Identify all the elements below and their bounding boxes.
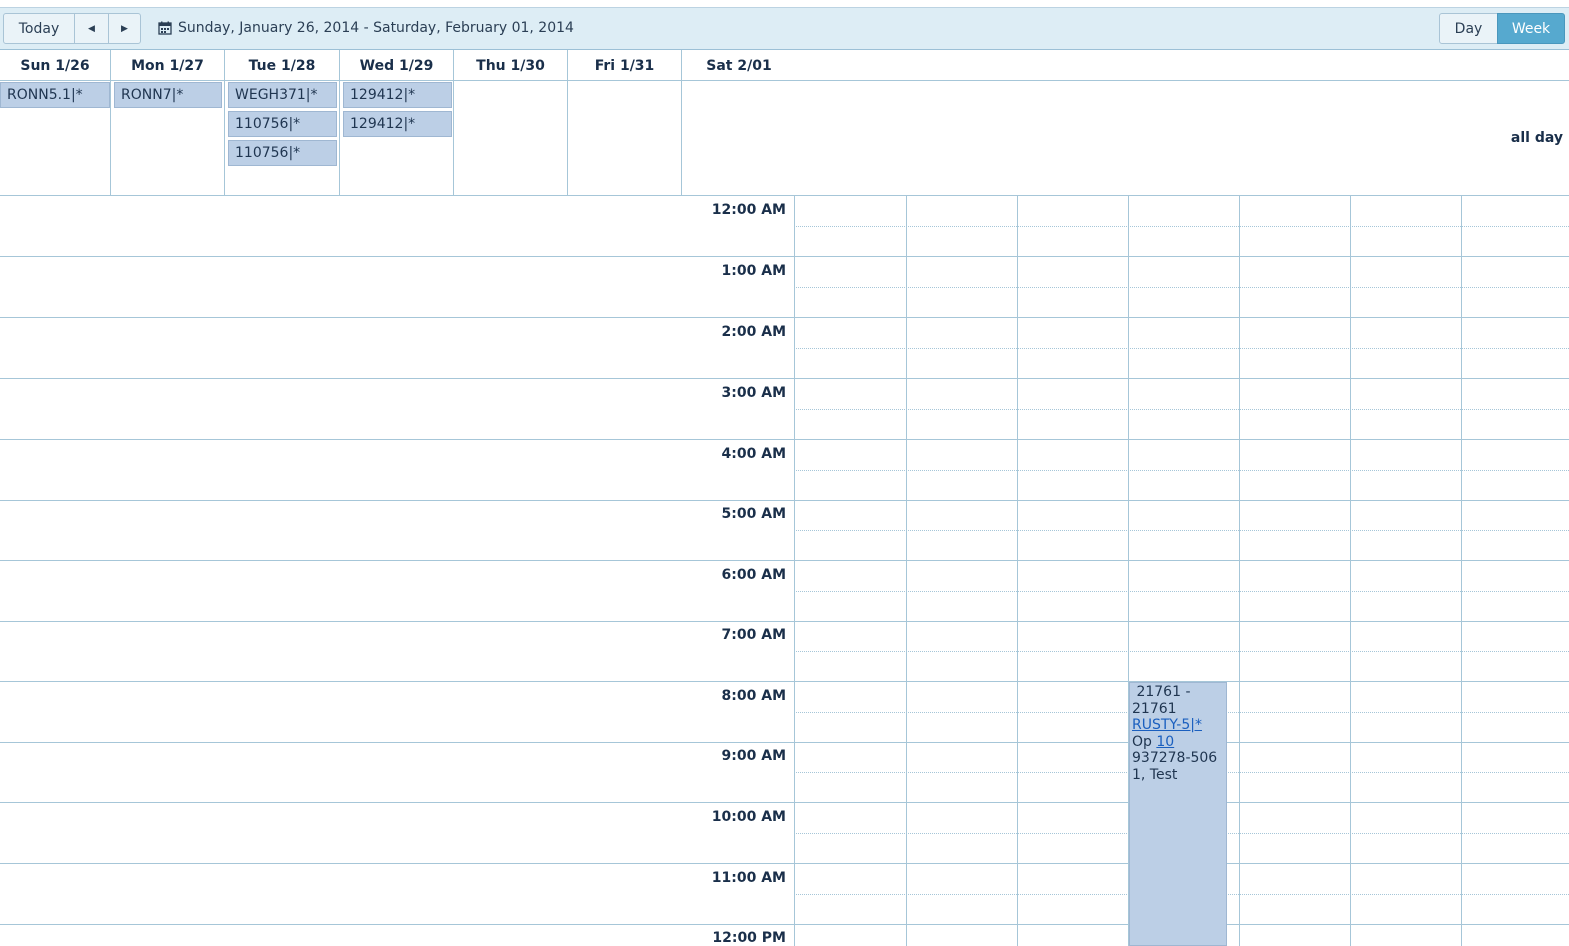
appointment-op-link[interactable]: 10	[1156, 734, 1174, 750]
hour-label: 4:00 AM	[721, 446, 786, 462]
hour-label: 6:00 AM	[721, 567, 786, 583]
all-day-column-thu[interactable]	[454, 81, 568, 196]
next-week-button[interactable]: ▶	[108, 13, 141, 44]
column-divider	[1017, 196, 1018, 946]
hour-row: 6:00 AM	[0, 561, 1569, 622]
hour-label: 3:00 AM	[721, 385, 786, 401]
appointment-event[interactable]: 21761 - 21761 RUSTY-5|* Op 10 937278-506…	[1129, 682, 1227, 946]
hour-label: 10:00 AM	[711, 809, 786, 825]
hour-row: 4:00 AM	[0, 440, 1569, 501]
hour-label: 1:00 AM	[721, 263, 786, 279]
hour-row: 3:00 AM	[0, 379, 1569, 440]
day-header-thu[interactable]: Thu 1/30	[454, 50, 568, 81]
hour-label: 9:00 AM	[721, 748, 786, 764]
hour-row: 8:00 AM	[0, 682, 1569, 743]
all-day-area: RONN5.1|* RONN7|* WEGH371|* 110756|* 110…	[0, 81, 1569, 196]
week-view-button[interactable]: Week	[1497, 13, 1565, 44]
time-grid[interactable]: 12:00 AM 1:00 AM 2:00 AM 3:00 AM 4:00 AM…	[0, 196, 1569, 946]
all-day-event[interactable]: WEGH371|*	[228, 82, 337, 108]
calendar-icon	[158, 21, 172, 35]
hour-label: 12:00 PM	[712, 930, 786, 946]
appointment-phone: 937278-506	[1132, 750, 1218, 766]
column-divider	[794, 196, 795, 946]
hour-row: 11:00 AM	[0, 864, 1569, 925]
hour-label: 8:00 AM	[721, 688, 786, 704]
day-header-mon[interactable]: Mon 1/27	[111, 50, 225, 81]
appointment-range-end: 21761	[1132, 700, 1177, 717]
column-divider	[906, 196, 907, 946]
triangle-left-icon: ◀	[88, 23, 95, 34]
hour-label: 7:00 AM	[721, 627, 786, 643]
hour-label: 5:00 AM	[721, 506, 786, 522]
column-divider	[1239, 196, 1240, 946]
hour-label: 12:00 AM	[711, 202, 786, 218]
day-header-row: Sun 1/26 Mon 1/27 Tue 1/28 Wed 1/29 Thu …	[0, 50, 1569, 81]
hour-row: 7:00 AM	[0, 621, 1569, 682]
today-button[interactable]: Today	[3, 13, 75, 44]
all-day-event[interactable]: RONN5.1|*	[0, 82, 110, 108]
column-divider	[1350, 196, 1351, 946]
hour-row: 10:00 AM	[0, 803, 1569, 864]
day-header-sun[interactable]: Sun 1/26	[0, 50, 111, 81]
hour-row: 12:00 PM	[0, 924, 1569, 946]
all-day-event[interactable]: RONN7|*	[114, 82, 222, 108]
all-day-event[interactable]: 129412|*	[343, 82, 452, 108]
day-header-tue[interactable]: Tue 1/28	[225, 50, 340, 81]
all-day-event[interactable]: 129412|*	[343, 111, 452, 137]
all-day-event[interactable]: 110756|*	[228, 140, 337, 166]
column-divider	[1461, 196, 1462, 946]
all-day-column-fri[interactable]	[568, 81, 682, 196]
appointment-op-label: Op	[1132, 733, 1152, 750]
all-day-event[interactable]: 110756|*	[228, 111, 337, 137]
date-range[interactable]: Sunday, January 26, 2014 - Saturday, Feb…	[158, 20, 574, 36]
hour-row: 1:00 AM	[0, 257, 1569, 318]
appointment-range: 21761 -	[1136, 684, 1191, 700]
appointment-detail: 1, Test	[1132, 766, 1178, 783]
previous-week-button[interactable]: ◀	[74, 13, 109, 44]
day-view-button[interactable]: Day	[1439, 13, 1498, 44]
all-day-label: all day	[1510, 130, 1563, 146]
day-header-wed[interactable]: Wed 1/29	[340, 50, 454, 81]
hour-label: 11:00 AM	[711, 870, 786, 886]
day-header-sat[interactable]: Sat 2/01	[682, 50, 796, 81]
hour-row: 5:00 AM	[0, 500, 1569, 561]
calendar-toolbar: Today ◀ ▶ Sunday, January 26, 2014 - Sat…	[0, 7, 1569, 50]
day-header-fri[interactable]: Fri 1/31	[568, 50, 682, 81]
hour-row: 2:00 AM	[0, 318, 1569, 379]
hour-row: 9:00 AM	[0, 742, 1569, 803]
appointment-link[interactable]: RUSTY-5|*	[1132, 717, 1202, 733]
triangle-right-icon: ▶	[121, 23, 128, 34]
hour-label: 2:00 AM	[721, 324, 786, 340]
hour-row: 12:00 AM	[0, 196, 1569, 257]
date-range-label: Sunday, January 26, 2014 - Saturday, Feb…	[178, 20, 574, 36]
